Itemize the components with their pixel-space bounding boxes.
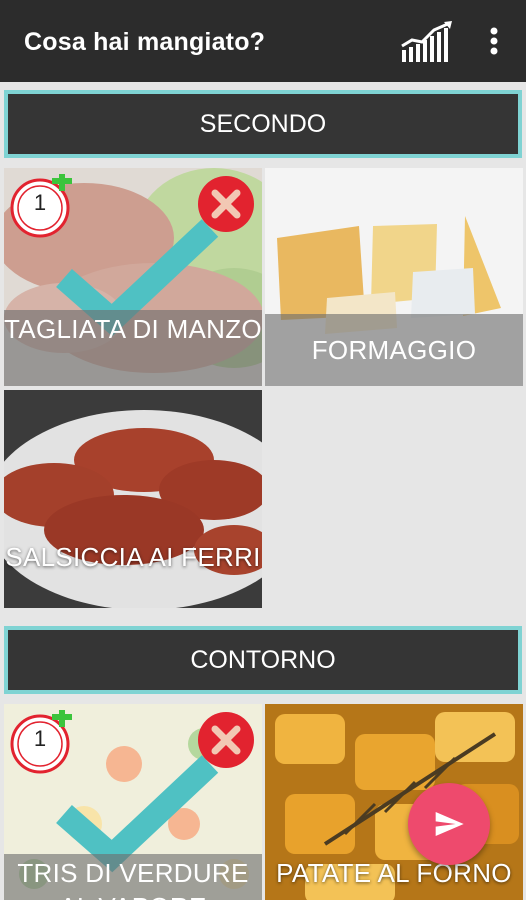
send-button[interactable]	[408, 783, 490, 865]
remove-icon[interactable]	[196, 710, 256, 770]
food-tile-tris-di-verdure[interactable]: 1 TRIS DI VERDURE AL VAPORE	[4, 704, 262, 900]
section-header-contorno: CONTORNO	[4, 626, 522, 694]
counter-value: 1	[33, 190, 47, 215]
bar-chart-trend-icon[interactable]	[400, 20, 454, 64]
food-tile-formaggio[interactable]: FORMAGGIO	[265, 168, 523, 386]
remove-icon[interactable]	[196, 174, 256, 234]
counter-value: 1	[33, 726, 47, 751]
section-header-secondo: SECONDO	[4, 90, 522, 158]
tile-label: FORMAGGIO	[265, 314, 523, 386]
tile-label: PATATE AL FORNO	[276, 858, 512, 888]
food-tile-patate-al-forno[interactable]: PATATE AL FORNO	[265, 704, 523, 900]
food-tile-salsiccia-ai-ferri[interactable]: SALSICCIA AI FERRI	[4, 390, 262, 608]
app-bar: Cosa hai mangiato?	[0, 0, 526, 82]
tile-label: TRIS DI VERDURE AL VAPORE	[4, 854, 262, 900]
food-tile-tagliata-di-manzo[interactable]: 1 TAGLIATA DI MANZO	[4, 168, 262, 386]
app-title: Cosa hai mangiato?	[24, 28, 266, 56]
tile-label: TAGLIATA DI MANZO	[4, 310, 262, 386]
tile-label: SALSICCIA AI FERRI	[5, 542, 261, 572]
send-icon	[435, 812, 464, 836]
more-vert-icon[interactable]	[480, 22, 508, 62]
